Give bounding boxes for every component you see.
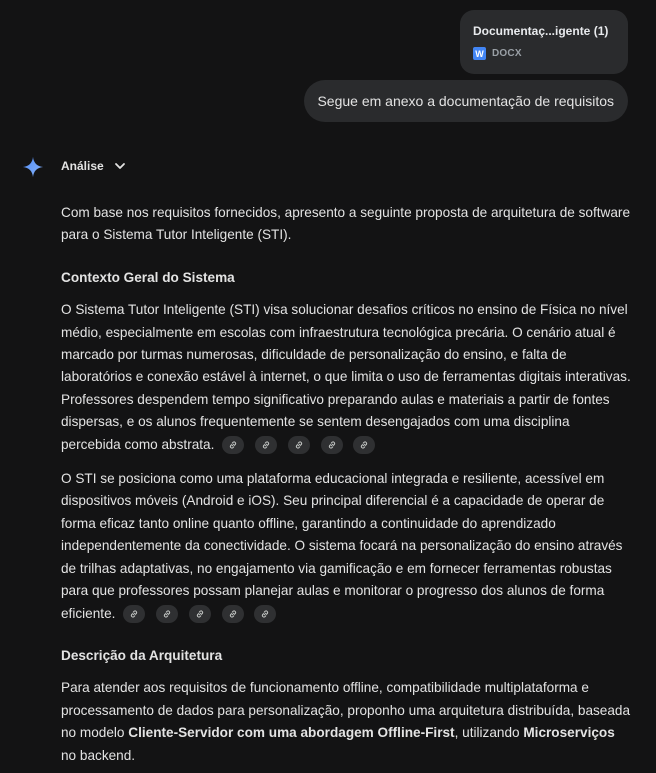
context-paragraph-1-text: O Sistema Tutor Inteligente (STI) visa s… xyxy=(61,302,631,452)
link-icon xyxy=(229,610,236,618)
source-link-chip[interactable] xyxy=(353,436,376,455)
attachment-name: Documentaç...igente (1) xyxy=(473,24,609,38)
intro-paragraph: Com base nos requisitos fornecidos, apre… xyxy=(61,205,631,243)
link-icon xyxy=(163,610,171,618)
link-icon xyxy=(230,441,237,449)
architecture-text-e: no backend. xyxy=(61,747,136,763)
source-link-chip[interactable] xyxy=(123,604,146,623)
analysis-label: Análise xyxy=(61,159,104,173)
link-icon xyxy=(131,610,138,618)
section-title-context: Contexto Geral do Sistema xyxy=(61,269,235,285)
response-body: Com base nos requisitos fornecidos, apre… xyxy=(61,202,631,773)
section-title-architecture: Descrição da Arquitetura xyxy=(61,647,223,663)
link-icon xyxy=(262,610,269,618)
attachment-card[interactable]: Documentaç...igente (1) W DOCX xyxy=(460,10,628,74)
architecture-paragraph-1: Para atender aos requisitos de funcionam… xyxy=(61,677,631,767)
source-link-chip[interactable] xyxy=(320,436,343,455)
analysis-toggle[interactable]: Análise xyxy=(61,159,126,173)
source-link-chip[interactable] xyxy=(254,436,277,455)
source-link-chip[interactable] xyxy=(254,604,277,623)
architecture-text-c: , utilizando xyxy=(454,725,524,741)
attachment-type: DOCX xyxy=(492,48,522,59)
source-link-chip[interactable] xyxy=(221,604,244,623)
source-link-chip[interactable] xyxy=(287,436,310,455)
link-icon xyxy=(328,441,335,449)
source-link-chip[interactable] xyxy=(222,436,245,455)
architecture-text-d: Microserviços xyxy=(523,725,615,741)
source-link-chip[interactable] xyxy=(188,604,211,623)
word-doc-icon: W xyxy=(473,47,486,60)
user-message: Segue em anexo a documentação de requisi… xyxy=(304,80,628,122)
sparkle-icon xyxy=(22,156,44,178)
link-icon xyxy=(295,441,302,449)
context-paragraph-2: O STI se posiciona como uma plataforma e… xyxy=(61,468,631,625)
context-paragraph-1: O Sistema Tutor Inteligente (STI) visa s… xyxy=(61,299,631,456)
context-paragraph-2-text: O STI se posiciona como uma plataforma e… xyxy=(61,471,623,621)
link-icon xyxy=(361,441,368,449)
link-icon xyxy=(196,610,203,618)
source-link-chip[interactable] xyxy=(155,604,178,623)
architecture-text-b: Cliente-Servidor com uma abordagem Offli… xyxy=(128,725,455,741)
chevron-down-icon xyxy=(114,163,125,169)
link-icon xyxy=(262,441,270,449)
